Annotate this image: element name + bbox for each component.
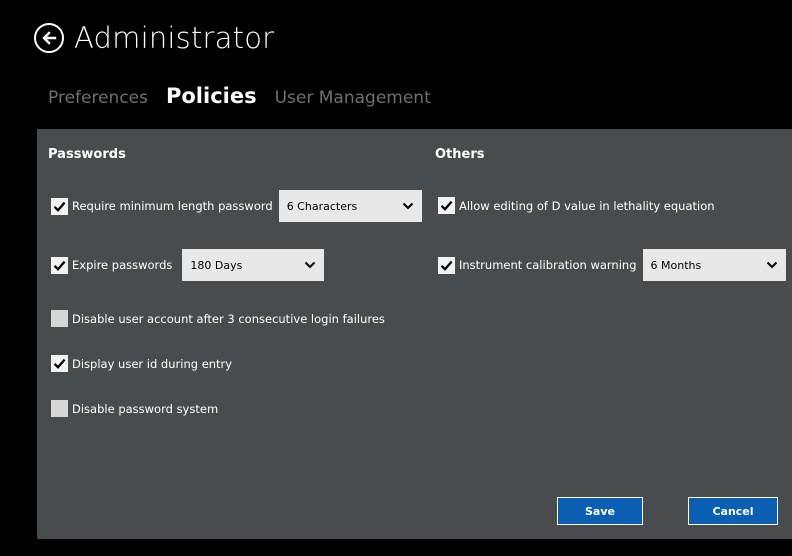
allow-d-value-checkbox[interactable] [438,197,455,214]
calibration-value: 6 Months [650,258,702,272]
min-length-checkbox[interactable] [51,197,68,215]
calibration-select[interactable]: 6 Months [642,249,786,281]
min-length-label: Require minimum length password [72,199,273,213]
policies-panel: Passwords Require minimum length passwor… [37,129,792,539]
save-button[interactable]: Save [557,497,643,525]
disable-account-label: Disable user account after 3 consecutive… [72,311,385,326]
expire-select[interactable]: 180 Days [182,249,325,281]
tab-user-management[interactable]: User Management [275,88,431,108]
title-bar: Administrator [34,18,274,58]
min-length-select[interactable]: 6 Characters [278,190,422,222]
min-length-value: 6 Characters [286,199,358,213]
cancel-button[interactable]: Cancel [688,497,778,525]
tab-preferences[interactable]: Preferences [48,88,148,108]
tab-bar: Preferences Policies User Management [48,84,431,108]
passwords-heading: Passwords [48,147,126,162]
expire-value: 180 Days [190,258,243,272]
checkmark-icon [53,260,66,271]
checkmark-icon [53,358,66,369]
disable-account-checkbox[interactable] [51,310,68,327]
chevron-down-icon [766,261,777,269]
checkmark-icon [440,200,453,211]
app-window: Administrator Preferences Policies User … [0,0,792,556]
disable-system-row: Disable password system [51,400,218,417]
back-arrow-icon [42,31,57,45]
disable-system-label: Disable password system [72,401,219,416]
display-user-id-row: Display user id during entry [51,355,232,372]
tab-policies[interactable]: Policies [166,84,257,108]
back-button[interactable] [34,23,64,53]
calibration-row: Instrument calibration warning 6 Months [438,249,786,281]
chevron-down-icon [305,261,316,269]
expire-row: Expire passwords 180 Days [51,249,325,281]
others-heading: Others [435,147,485,162]
calibration-label: Instrument calibration warning [459,258,637,272]
display-user-id-checkbox[interactable] [51,355,68,372]
disable-account-row: Disable user account after 3 consecutive… [51,310,385,327]
min-length-row: Require minimum length password 6 Charac… [51,190,422,222]
chevron-down-icon [402,202,413,210]
allow-d-value-label: Allow editing of D value in lethality eq… [459,198,715,213]
page-title: Administrator [74,21,275,55]
expire-checkbox[interactable] [51,256,68,274]
expire-label: Expire passwords [72,258,173,272]
checkmark-icon [53,201,66,212]
calibration-checkbox[interactable] [438,256,455,274]
disable-system-checkbox[interactable] [51,400,68,417]
allow-d-value-row: Allow editing of D value in lethality eq… [438,197,715,214]
display-user-id-label: Display user id during entry [72,356,233,371]
checkmark-icon [440,260,453,271]
